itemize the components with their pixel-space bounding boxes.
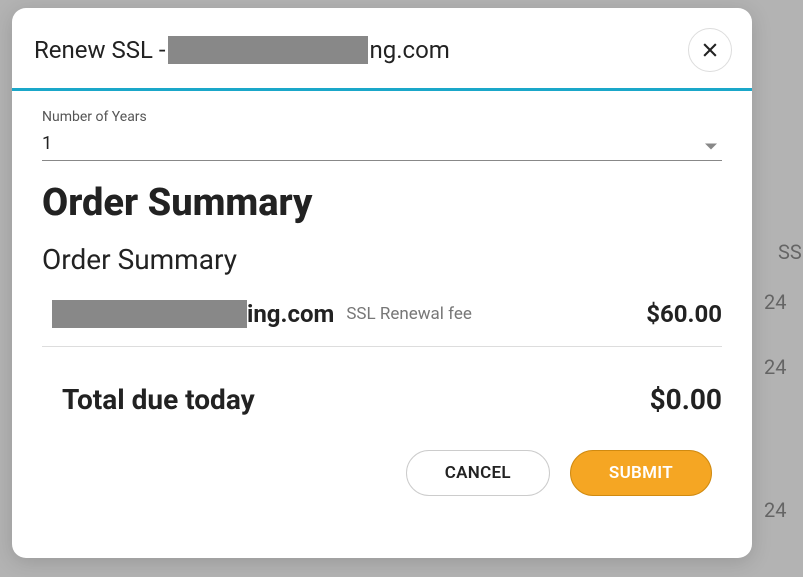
modal-actions: CANCEL SUBMIT (42, 426, 722, 496)
bg-column-header: SS (778, 240, 802, 264)
years-select[interactable]: 1 (42, 129, 722, 161)
line-item: ing.com SSL Renewal fee $60.00 (42, 300, 722, 347)
renew-ssl-modal: Renew SSL - ng.com Number of Years 1 Ord… (12, 8, 752, 558)
total-row: Total due today $0.00 (42, 347, 722, 426)
cancel-button[interactable]: CANCEL (406, 450, 550, 496)
bg-cell: 24 (764, 498, 786, 522)
modal-title: Renew SSL - ng.com (34, 36, 450, 64)
years-label: Number of Years (42, 109, 722, 125)
redacted-domain (168, 36, 368, 64)
line-item-amount: $60.00 (646, 300, 722, 328)
domain-name: ing.com (247, 300, 334, 328)
order-summary-heading: Order Summary (42, 181, 722, 225)
chevron-down-icon (704, 135, 718, 154)
title-prefix: Renew SSL - (34, 36, 166, 64)
line-item-description: SSL Renewal fee (346, 304, 472, 324)
modal-content: Number of Years 1 Order Summary Order Su… (12, 91, 752, 516)
title-suffix: ng.com (370, 36, 450, 64)
total-amount: $0.00 (650, 383, 722, 416)
order-summary-subheading: Order Summary (42, 243, 722, 276)
redacted-domain (52, 300, 247, 328)
bg-cell: 24 (764, 290, 786, 314)
years-value: 1 (42, 133, 52, 154)
close-button[interactable] (688, 28, 732, 72)
close-icon (700, 40, 720, 60)
modal-header: Renew SSL - ng.com (12, 8, 752, 88)
submit-button[interactable]: SUBMIT (570, 450, 712, 496)
total-label: Total due today (62, 383, 255, 416)
bg-cell: 24 (764, 355, 786, 379)
line-item-left: ing.com SSL Renewal fee (52, 300, 472, 328)
